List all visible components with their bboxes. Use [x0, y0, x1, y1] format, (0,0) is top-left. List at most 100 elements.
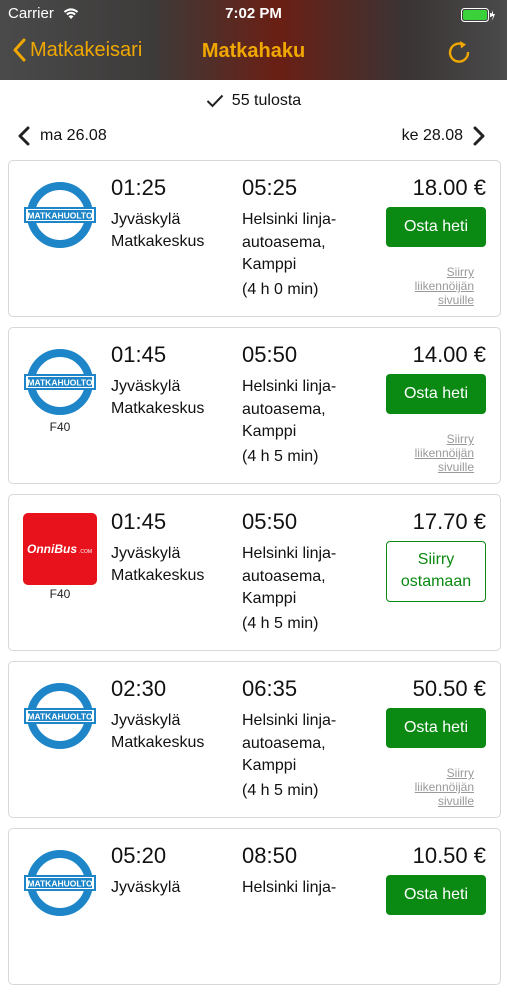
departure-stop: Matkakeskus [111, 567, 205, 584]
departure-time: 01:25 [111, 175, 167, 200]
matkahuolto-logo-text: MATKAHUOLTO [27, 378, 93, 388]
arrival-time: 05:50 [242, 509, 298, 534]
matkahuolto-logo-text: MATKAHUOLTO [27, 211, 93, 221]
app-header: Carrier 7:02 PM Matkakeisari Matkahaku [0, 0, 507, 80]
chevron-left-icon [18, 126, 30, 146]
trip-duration: (4 h 5 min) [242, 615, 319, 632]
chevron-right-icon [473, 126, 485, 146]
arrival-line-3: Kamppi [242, 590, 297, 607]
next-day-label: ke 28.08 [401, 127, 463, 144]
operator-link-line: Siirry [446, 432, 474, 446]
arrival-station: Helsinki linja- autoasema, Kamppi [242, 209, 372, 277]
matkahuolto-logo-text: MATKAHUOLTO [27, 879, 93, 889]
arrival-line-2: autoasema, [242, 233, 326, 251]
buy-now-button[interactable]: Osta heti [386, 374, 486, 414]
battery-icon [461, 8, 495, 22]
operator-link-line: liikennöijän [414, 780, 474, 794]
onnibus-logo: OnniBus .COM [23, 513, 97, 585]
trip-card[interactable]: MATKAHUOLTO 05:20 08:50 Jyväskylä Helsin… [8, 828, 501, 985]
page-title: Matkahaku [201, 40, 306, 62]
departure-stop: Matkakeskus [111, 233, 205, 250]
go-to-purchase-line-2: ostamaan [400, 573, 472, 590]
departure-station: Jyväskylä Matkakeskus [111, 710, 231, 754]
departure-city: Jyväskylä [111, 545, 181, 562]
matkahuolto-logo: MATKAHUOLTO [24, 349, 96, 415]
matkahuolto-logo: MATKAHUOLTO [24, 182, 96, 248]
departure-time: 01:45 [111, 342, 167, 367]
departure-stop: Matkakeskus [111, 734, 205, 751]
navigation-bar: Matkakeisari Matkahaku [0, 28, 507, 76]
arrival-line-2: autoasema, [242, 734, 326, 752]
previous-day-label: ma 26.08 [40, 127, 107, 144]
arrival-time: 05:50 [242, 342, 298, 367]
date-navigation: ma 26.08 ke 28.08 [0, 126, 507, 152]
operator-link-line: Siirry [446, 766, 474, 780]
trip-card[interactable]: MATKAHUOLTO F40 01:45 05:50 Jyväskylä Ma… [8, 327, 501, 484]
departure-time: 01:45 [111, 509, 167, 534]
results-count: 55 tulosta [0, 92, 507, 110]
departure-station: Jyväskylä [111, 877, 231, 899]
status-bar: Carrier 7:02 PM [0, 4, 507, 24]
buy-now-button[interactable]: Osta heti [386, 708, 486, 748]
arrival-time: 06:35 [242, 676, 298, 701]
arrival-line-3: Kamppi [242, 757, 297, 774]
trip-duration: (4 h 5 min) [242, 448, 319, 465]
departure-stop: Matkakeskus [111, 400, 205, 417]
trip-price: 17.70 € [412, 509, 486, 534]
arrival-line-1: Helsinki linja- [242, 712, 337, 729]
arrival-line-1: Helsinki linja- [242, 879, 337, 896]
departure-city: Jyväskylä [111, 879, 181, 896]
refresh-icon[interactable] [447, 40, 473, 66]
operator-link-line: liikennöijän [414, 446, 474, 460]
go-to-purchase-button[interactable]: Siirry ostamaan [386, 541, 486, 602]
buy-now-button[interactable]: Osta heti [386, 207, 486, 247]
operator-link-line: liikennöijän [414, 279, 474, 293]
trip-card[interactable]: MATKAHUOLTO 01:25 05:25 Jyväskylä Matkak… [8, 160, 501, 317]
operator-site-link[interactable]: Siirry liikennöijän sivuille [406, 766, 474, 808]
departure-time: 05:20 [111, 843, 167, 868]
arrival-station: Helsinki linja- autoasema, Kamppi [242, 543, 372, 611]
trip-card[interactable]: OnniBus .COM F40 01:45 05:50 Jyväskylä M… [8, 494, 501, 651]
arrival-line-3: Kamppi [242, 256, 297, 273]
previous-day-button[interactable]: ma 26.08 [18, 126, 107, 146]
arrival-time: 05:25 [242, 175, 298, 200]
status-time: 7:02 PM [225, 5, 282, 22]
arrival-line-1: Helsinki linja- [242, 378, 337, 395]
matkahuolto-logo-text: MATKAHUOLTO [27, 712, 93, 722]
arrival-line-1: Helsinki linja- [242, 545, 337, 562]
trip-duration: (4 h 5 min) [242, 782, 319, 799]
departure-city: Jyväskylä [111, 712, 181, 729]
departure-station: Jyväskylä Matkakeskus [111, 543, 231, 587]
matkahuolto-logo: MATKAHUOLTO [24, 850, 96, 916]
trip-price: 10.50 € [412, 843, 486, 868]
trip-price: 14.00 € [412, 342, 486, 367]
departure-city: Jyväskylä [111, 378, 181, 395]
departure-time: 02:30 [111, 676, 167, 701]
trip-duration: (4 h 0 min) [242, 281, 319, 298]
route-tag: F40 [49, 587, 71, 601]
arrival-line-1: Helsinki linja- [242, 211, 337, 228]
departure-city: Jyväskylä [111, 211, 181, 228]
next-day-button[interactable]: ke 28.08 [402, 126, 485, 146]
arrival-line-2: autoasema, [242, 567, 326, 585]
checkmark-icon [206, 94, 224, 108]
arrival-station: Helsinki linja- autoasema, Kamppi [242, 710, 372, 778]
route-tag: F40 [49, 420, 71, 434]
trip-card[interactable]: MATKAHUOLTO 02:30 06:35 Jyväskylä Matkak… [8, 661, 501, 818]
operator-link-line: sivuille [437, 293, 474, 307]
operator-site-link[interactable]: Siirry liikennöijän sivuille [406, 432, 474, 474]
operator-link-line: sivuille [437, 460, 474, 474]
results-count-label: 55 tulosta [231, 92, 302, 109]
departure-station: Jyväskylä Matkakeskus [111, 209, 231, 253]
departure-station: Jyväskylä Matkakeskus [111, 376, 231, 420]
svg-text:.COM: .COM [79, 549, 92, 555]
buy-now-button[interactable]: Osta heti [386, 875, 486, 915]
arrival-line-3: Kamppi [242, 423, 297, 440]
arrival-line-2: autoasema, [242, 400, 326, 418]
go-to-purchase-line-1: Siirry [417, 551, 455, 568]
matkahuolto-logo: MATKAHUOLTO [24, 683, 96, 749]
operator-site-link[interactable]: Siirry liikennöijän sivuille [406, 265, 474, 307]
operator-link-line: sivuille [437, 794, 474, 808]
arrival-station: Helsinki linja- autoasema, Kamppi [242, 376, 372, 444]
arrival-time: 08:50 [242, 843, 298, 868]
